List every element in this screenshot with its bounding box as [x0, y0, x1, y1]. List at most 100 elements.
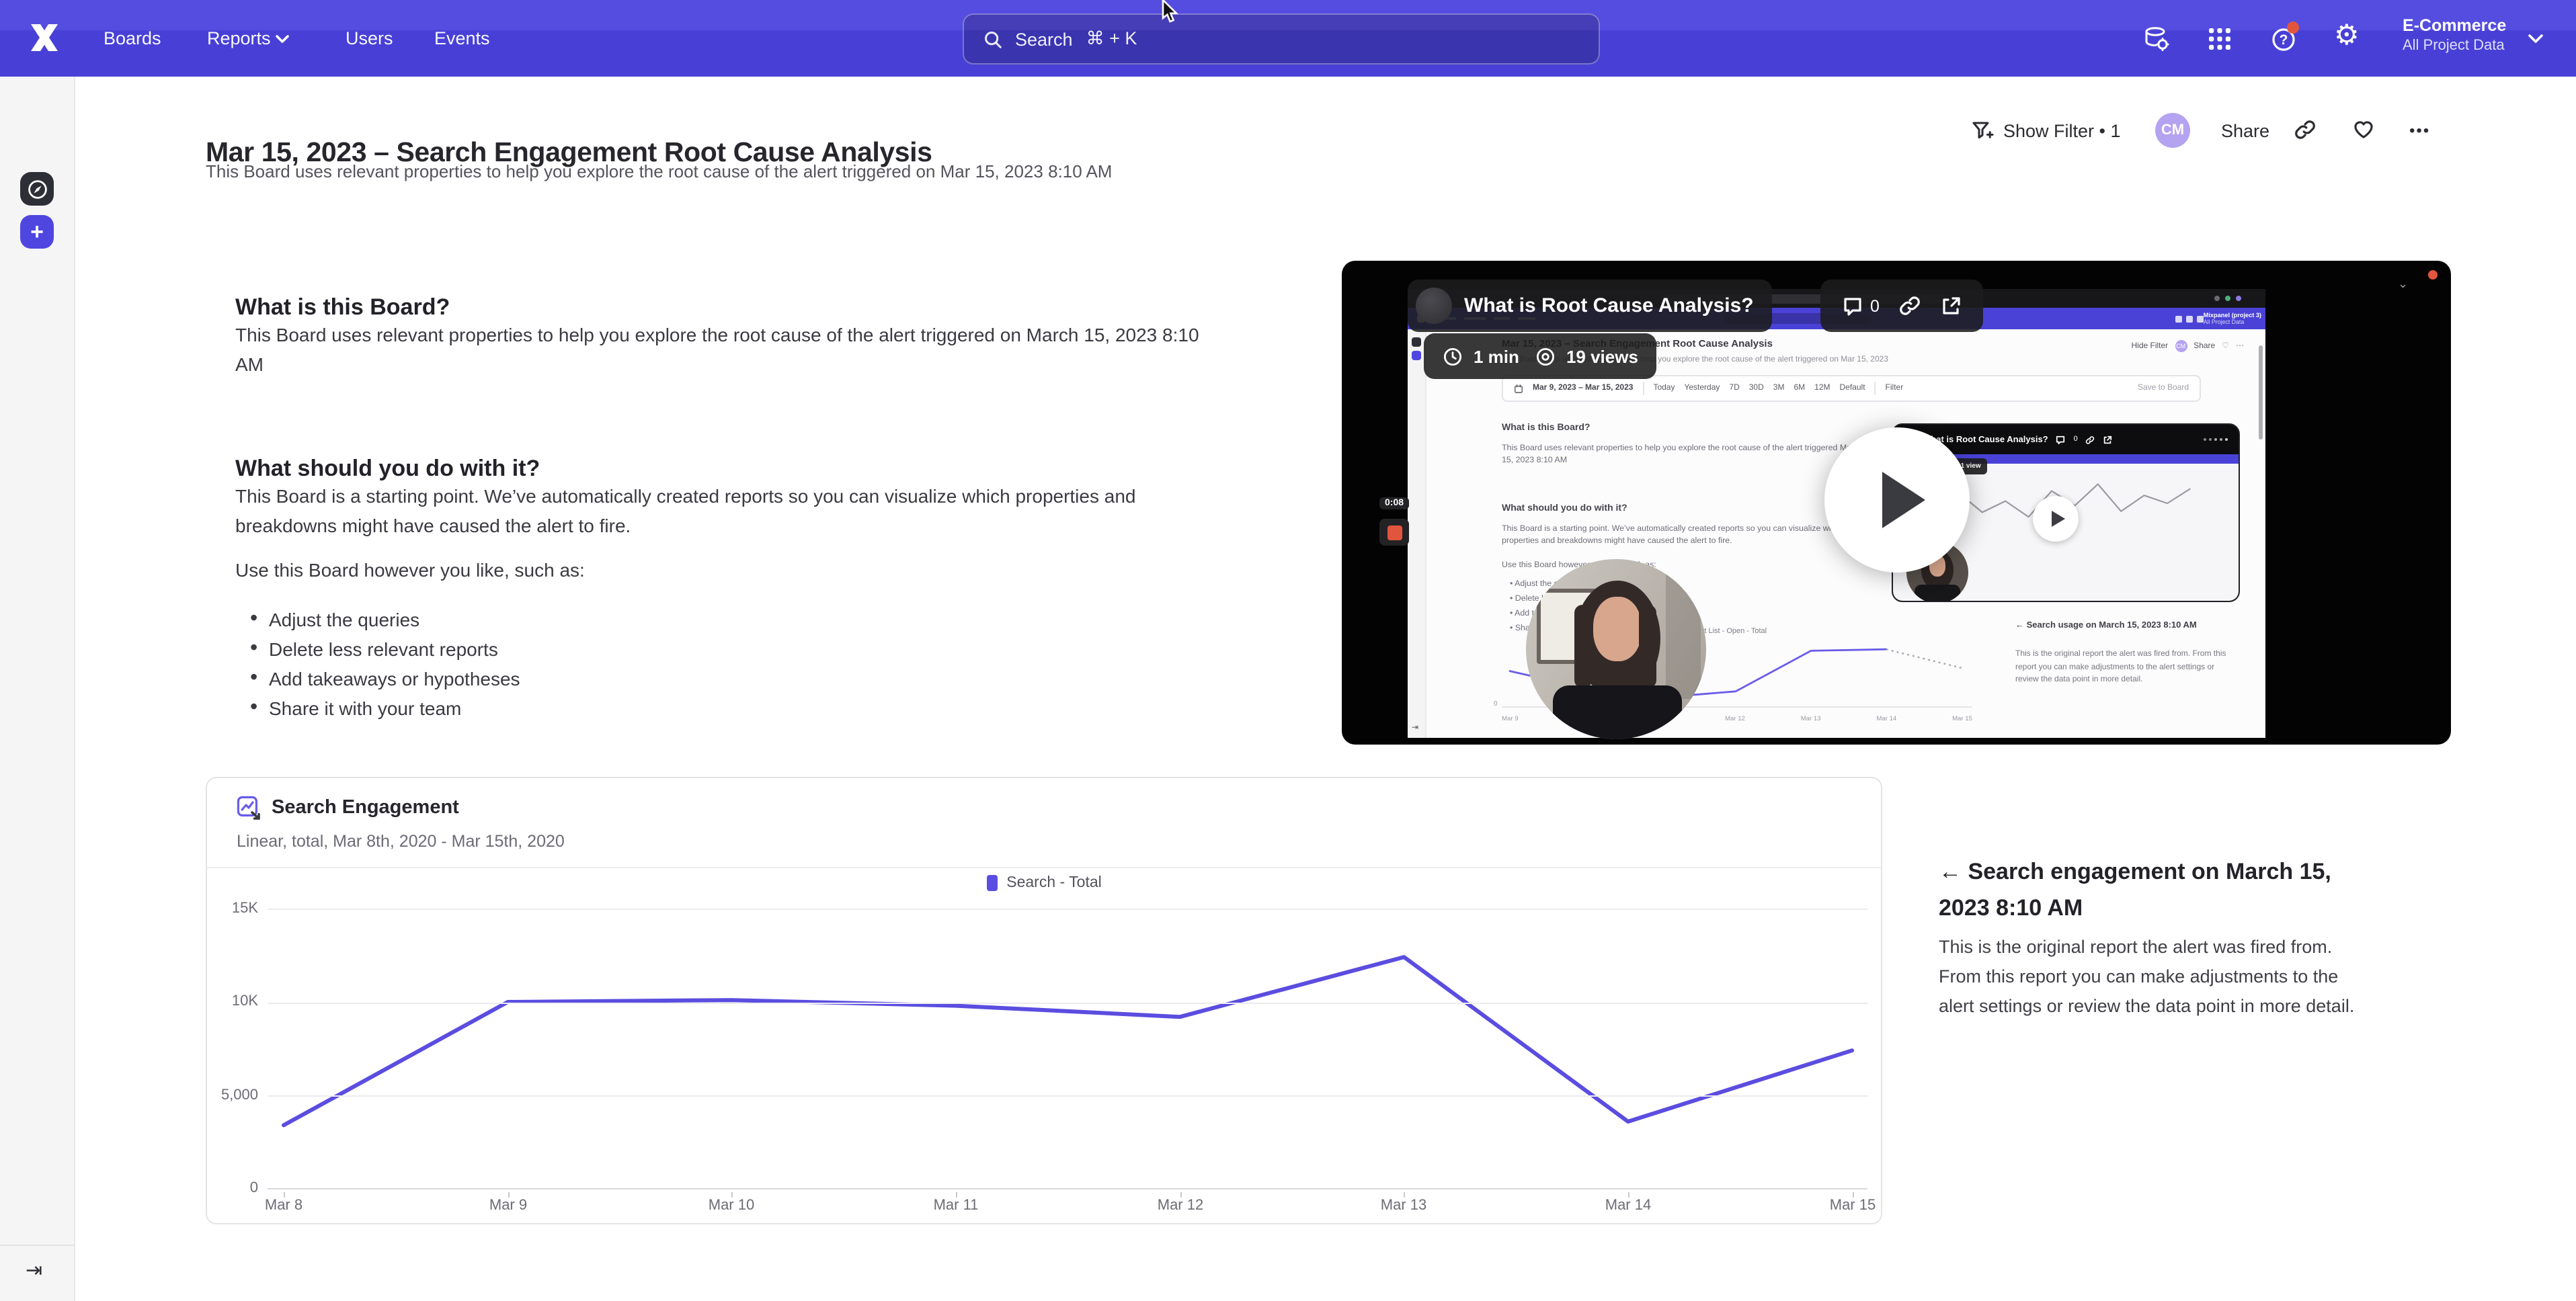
notification-dot	[2287, 22, 2299, 34]
video-stats-pill: 1 min 19 views	[1424, 333, 1657, 379]
nav-item-events[interactable]: Events	[434, 28, 490, 48]
y-axis-tick: 5,000	[207, 1087, 258, 1103]
list-item: •Delete less relevant reports	[250, 634, 520, 664]
section-title-what-to-do: What should you do with it?	[235, 456, 540, 482]
report-card-search-engagement: Search Engagement Linear, total, Mar 8th…	[206, 777, 1882, 1224]
thumb-scrollbar	[2259, 345, 2263, 439]
thumb-project-scope: All Project Data	[2204, 319, 2261, 326]
video-author-avatar	[1416, 288, 1452, 324]
section-lead: Use this Board however you like, such as…	[235, 555, 1241, 585]
legend-label: Search - Total	[1006, 875, 1102, 891]
expand-sidebar-icon[interactable]: ⇥	[26, 1258, 42, 1282]
section-title-what-is: What is this Board?	[235, 294, 450, 321]
x-axis-tick: Mar 9	[461, 1198, 555, 1214]
project-chevron-icon	[2528, 34, 2544, 44]
video-link-button[interactable]	[1898, 294, 1921, 317]
thumb-save-to-board: Save to Board	[2138, 384, 2189, 392]
line-chart	[268, 899, 1867, 1192]
chevron-down-icon	[276, 35, 289, 44]
x-axis-tick: Mar 11	[909, 1198, 1003, 1214]
thumb-s2-body: This Board is a starting point. We’ve au…	[1502, 523, 1878, 547]
thumb-sidebar: ⇥	[1408, 329, 1426, 738]
thumb-filter-bar: Mar 9, 2023 – Mar 15, 2023 TodayYesterda…	[1502, 375, 2201, 402]
favorite-heart-icon[interactable]	[2351, 117, 2376, 141]
thumb-s1-body: This Board uses relevant properties to h…	[1502, 442, 1865, 466]
x-axis-tick: Mar 15	[1806, 1198, 1900, 1214]
search-icon	[983, 29, 1003, 49]
nested-play-button	[2033, 496, 2079, 542]
thumb-hide-filter: Hide Filter	[2132, 342, 2169, 350]
x-axis-tick: Mar 12	[1133, 1198, 1227, 1214]
line-chart-icon	[237, 796, 262, 821]
nav-item-boards[interactable]: Boards	[104, 28, 161, 48]
thumb-s1-title: What is this Board?	[1502, 423, 1590, 433]
rail-divider	[0, 1245, 75, 1246]
data-management-icon[interactable]	[2142, 24, 2171, 54]
presenter-webcam	[1526, 559, 1706, 739]
thumb-s2-title: What should you do with it?	[1502, 504, 1627, 513]
y-axis-tick: 15K	[207, 900, 258, 917]
mouse-cursor	[1162, 0, 1180, 26]
list-item: •Share it with your team	[250, 694, 520, 723]
bullet-list: •Adjust the queries •Delete less relevan…	[250, 605, 520, 723]
collapse-chevron-icon: ⌄	[2398, 277, 2408, 292]
video-duration: 1 min	[1474, 346, 1519, 366]
avatar[interactable]: CM	[2155, 113, 2190, 148]
stop-recording-button	[1379, 519, 1409, 546]
search-input[interactable]: Search ⌘ + K	[963, 13, 1600, 65]
views-icon	[1535, 346, 1556, 366]
project-name: E-Commerce	[2403, 16, 2506, 36]
thumb-chart-y0: 0	[1494, 700, 1498, 708]
bullet-text: Delete less relevant reports	[269, 634, 498, 664]
bullet-text: Share it with your team	[269, 694, 461, 723]
x-axis-tick: Mar 14	[1581, 1198, 1675, 1214]
aside-body: This is the original report the alert wa…	[1939, 932, 2372, 1021]
recording-time-badge: 0:08	[1379, 497, 1409, 509]
project-switcher[interactable]: E-Commerce All Project Data	[2403, 16, 2506, 56]
show-filter-button[interactable]: Show Filter • 1	[2003, 121, 2121, 141]
copy-link-icon[interactable]	[2294, 118, 2317, 141]
mixpanel-logo-icon[interactable]	[27, 20, 62, 55]
legend-swatch	[986, 875, 997, 891]
search-shortcut: ⌘ + K	[1086, 28, 1137, 50]
apps-grid-icon[interactable]	[2205, 24, 2235, 54]
video-title-pill: What is Root Cause Analysis?	[1408, 280, 1773, 332]
open-external-icon	[2103, 435, 2113, 444]
nav-item-users[interactable]: Users	[346, 28, 393, 48]
section-body-what-to-do: This Board is a starting point. We’ve au…	[235, 481, 1241, 540]
search-placeholder: Search	[1015, 29, 1073, 49]
mixpanel-app: Boards Reports Users Events Search ⌘ + K	[0, 0, 2576, 1301]
chart-legend: Search - Total	[207, 875, 1881, 891]
more-menu-button[interactable]: •••	[2409, 121, 2430, 140]
bullet-text: Adjust the queries	[269, 605, 419, 634]
thumb-aside-title: ← Search usage on March 15, 2023 8:10 AM	[2015, 620, 2233, 632]
report-title[interactable]: Search Engagement	[272, 797, 459, 819]
compass-icon	[26, 178, 48, 200]
report-subtitle: Linear, total, Mar 8th, 2020 - Mar 15th,…	[237, 832, 565, 851]
share-button[interactable]: Share	[2221, 121, 2269, 141]
video-open-external-button[interactable]	[1940, 295, 1962, 317]
add-board-button[interactable]: +	[20, 215, 54, 249]
svg-text:?: ?	[2280, 32, 2288, 48]
left-rail: + ⇥	[0, 77, 75, 1301]
video-actions-pill: 0	[1820, 280, 1983, 332]
comment-icon	[2056, 435, 2066, 444]
video-player[interactable]: Mixpanel (project 3) All Project Data ⇥ …	[1342, 261, 2451, 745]
top-nav: Boards Reports Users Events Search ⌘ + K	[0, 0, 2576, 77]
link-icon	[2086, 435, 2095, 444]
video-comments-button[interactable]: 0	[1842, 295, 1880, 317]
play-button[interactable]	[1824, 427, 1970, 573]
compass-button[interactable]	[20, 172, 54, 206]
filter-icon	[1971, 120, 1994, 142]
y-axis-tick: 10K	[207, 993, 258, 1009]
section-body-what-is: This Board uses relevant properties to h…	[235, 320, 1217, 379]
nav-item-reports[interactable]: Reports	[207, 28, 271, 48]
y-axis-tick: 0	[207, 1180, 258, 1196]
comment-icon	[1842, 295, 1863, 317]
thumb-filter-label: Filter	[1886, 384, 1904, 392]
settings-gear-icon[interactable]: ⚙	[2334, 20, 2360, 52]
list-item: •Add takeaways or hypotheses	[250, 664, 520, 694]
x-axis-tick: Mar 10	[684, 1198, 778, 1214]
clock-icon	[1443, 346, 1463, 366]
recording-dot	[2428, 270, 2438, 280]
